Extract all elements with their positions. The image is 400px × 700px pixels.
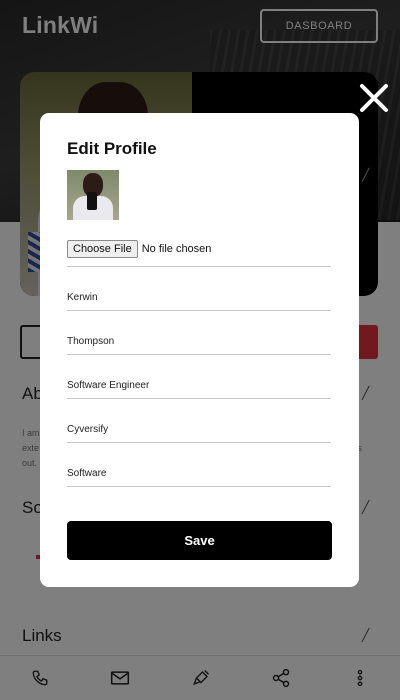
job-title-input[interactable] bbox=[67, 380, 331, 391]
job-title-field bbox=[67, 355, 331, 399]
save-button[interactable]: Save bbox=[67, 521, 332, 560]
close-icon[interactable] bbox=[356, 80, 392, 116]
edit-profile-modal: Edit Profile Choose File No file chosen … bbox=[40, 113, 359, 587]
modal-title: Edit Profile bbox=[67, 139, 157, 158]
first-name-input[interactable] bbox=[67, 292, 331, 303]
profile-thumbnail bbox=[67, 170, 119, 220]
industry-field bbox=[67, 443, 331, 487]
company-field bbox=[67, 399, 331, 443]
company-input[interactable] bbox=[67, 424, 331, 435]
file-divider bbox=[67, 223, 331, 267]
last-name-input[interactable] bbox=[67, 336, 331, 347]
first-name-field bbox=[67, 267, 331, 311]
industry-input[interactable] bbox=[67, 468, 331, 479]
last-name-field bbox=[67, 311, 331, 355]
